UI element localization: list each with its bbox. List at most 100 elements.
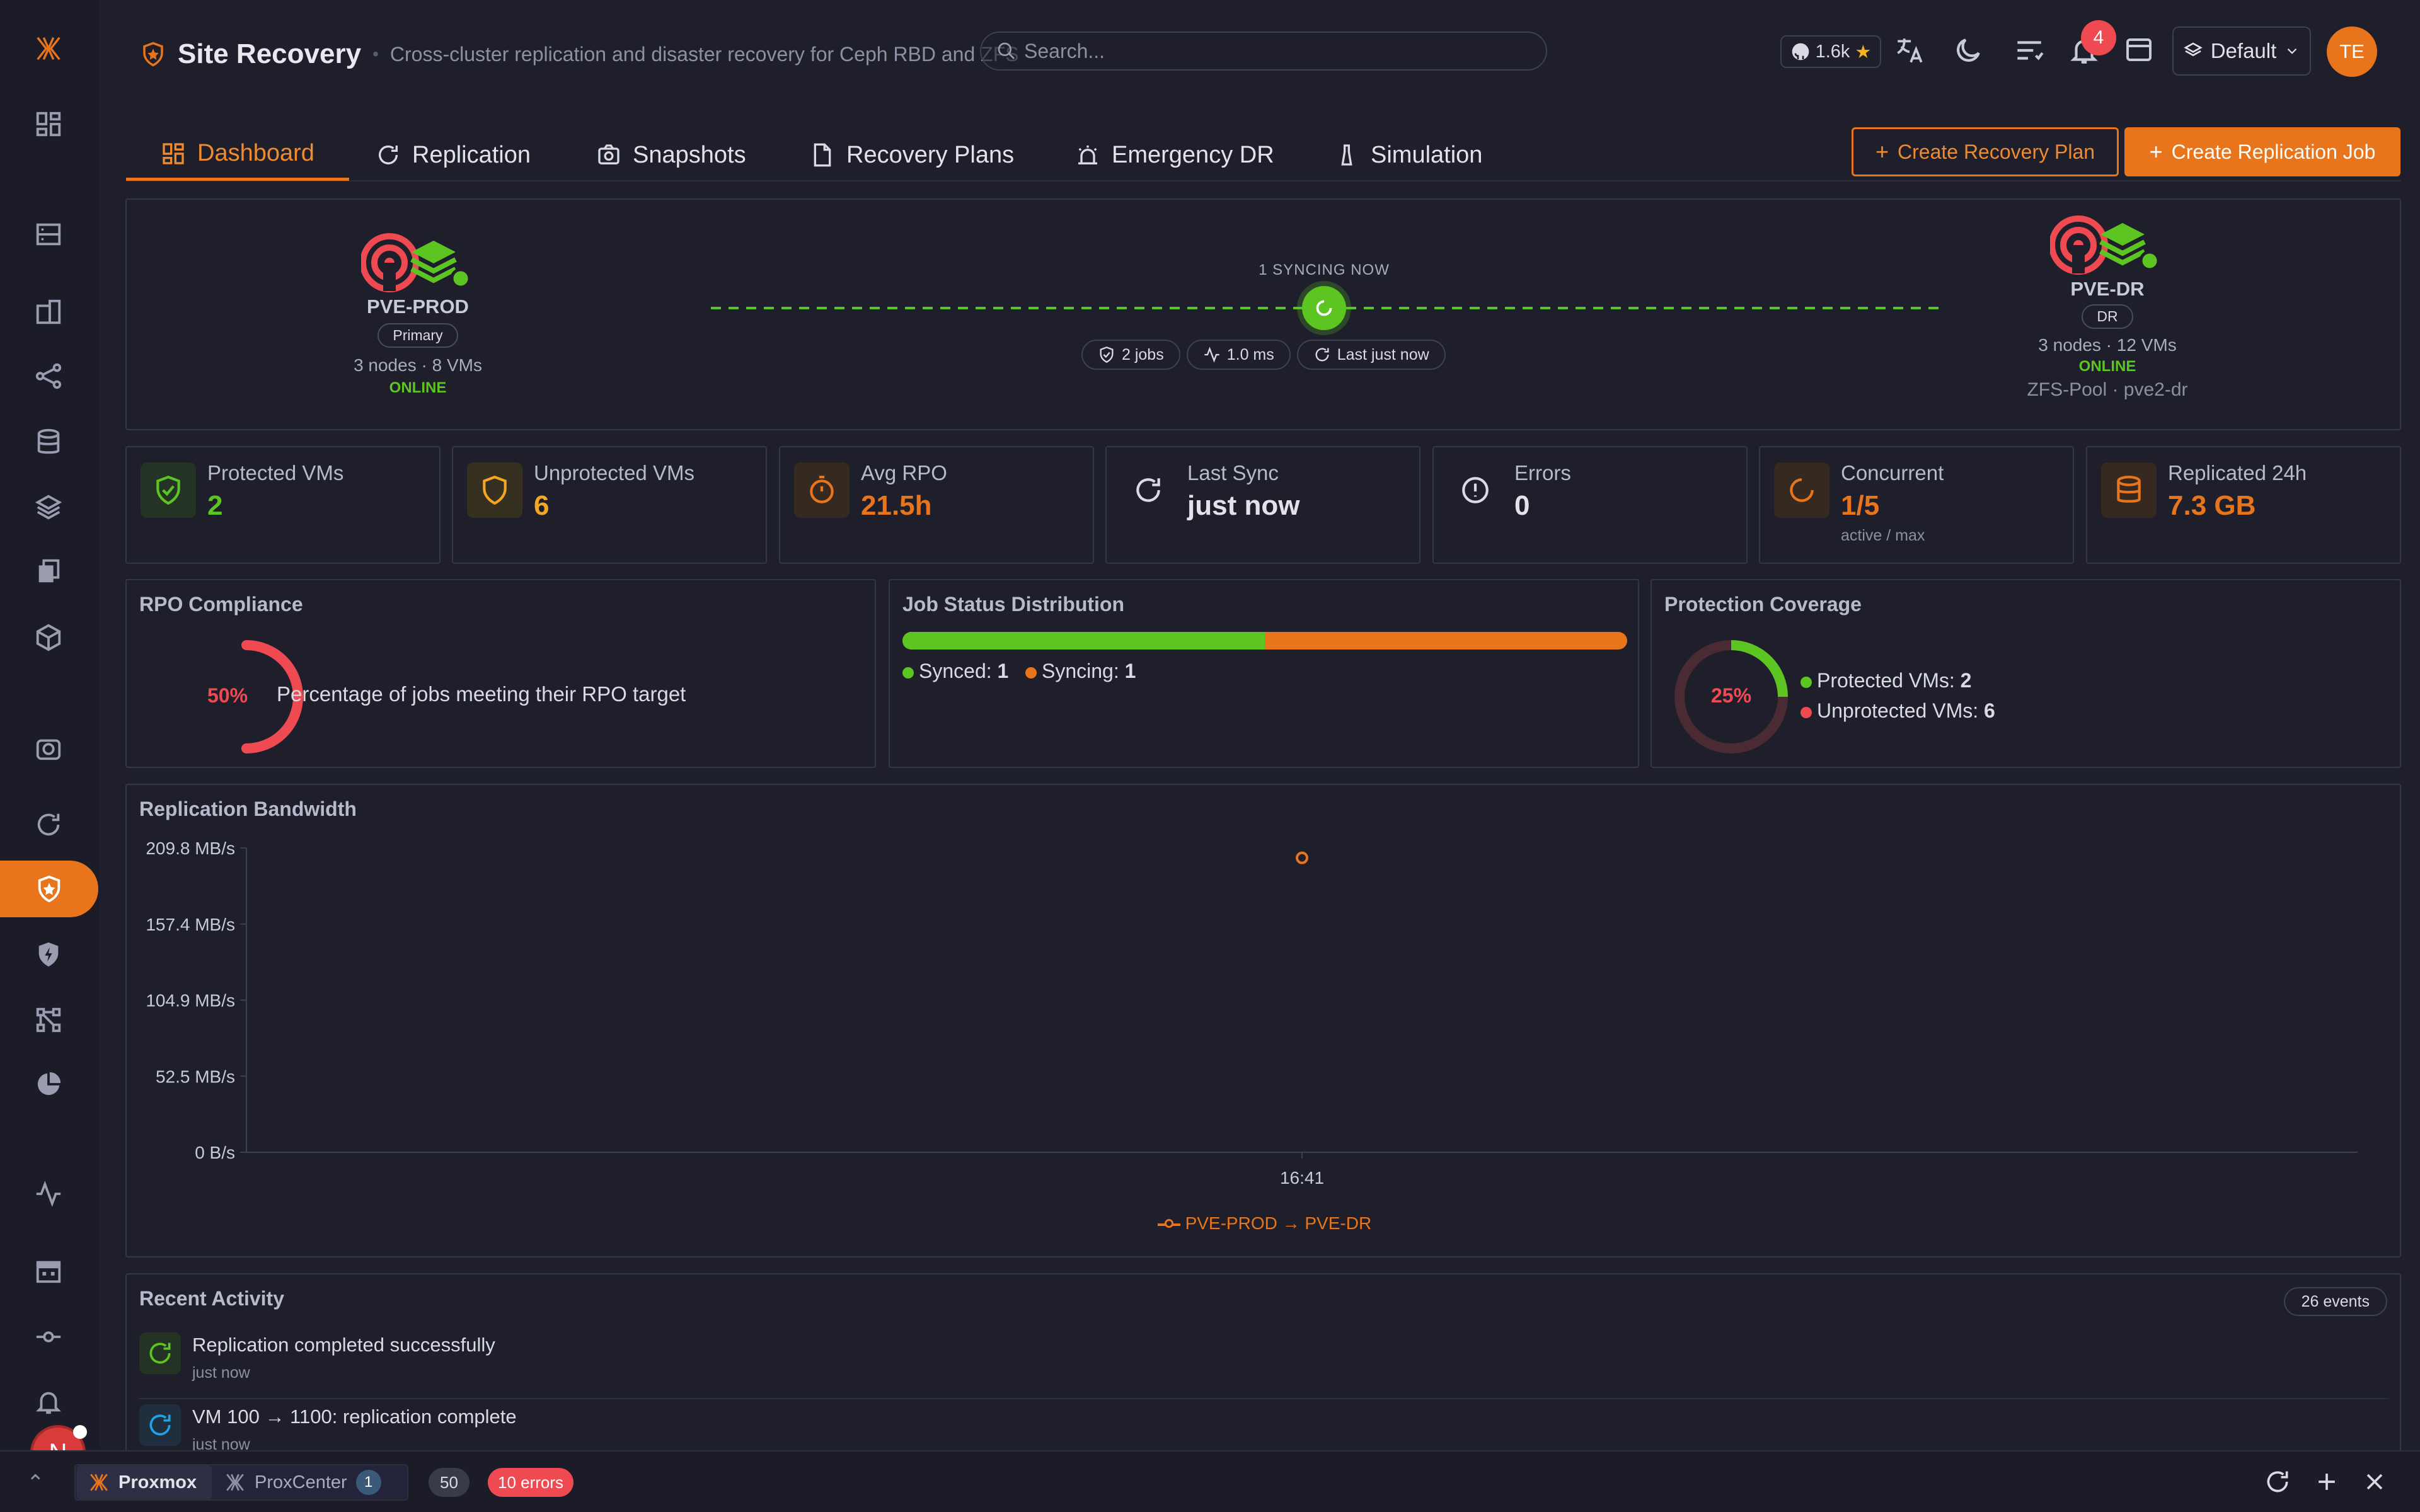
- y-tick-label: 104.9 MB/s: [146, 991, 235, 1011]
- layers-icon[interactable]: [32, 490, 66, 524]
- jobs-pill: 2 jobs: [1081, 340, 1180, 370]
- sync-icon: [1315, 348, 1329, 362]
- sidebar-item-site-recovery[interactable]: [0, 861, 98, 917]
- shield-icon: [467, 462, 522, 518]
- stat-card-unprotected-vms: Unprotected VMs 6: [452, 446, 767, 564]
- dashboard-icon[interactable]: [32, 107, 66, 141]
- workspace-select[interactable]: Default: [2172, 26, 2311, 76]
- job-status-card: Job Status Distribution Synced: 1 Syncin…: [889, 579, 1639, 768]
- refresh-icon: [379, 145, 398, 164]
- database-icon: [2101, 462, 2157, 518]
- coverage-percent: 25%: [1710, 684, 1752, 707]
- protection-coverage-card: Protection Coverage 25% Protected VMs: 2…: [1651, 579, 2401, 768]
- stat-card-last-sync: Last Sync just now: [1105, 446, 1420, 564]
- proxmox-logo-icon: [90, 1474, 108, 1491]
- taskbar-tab-proxmox[interactable]: Proxmox: [77, 1465, 212, 1499]
- stat-card-avg-rpo: Avg RPO 21.5h: [779, 446, 1094, 564]
- notification-badge: 4: [2081, 20, 2116, 55]
- tab-recovery-plans[interactable]: Recovery Plans: [810, 129, 1014, 181]
- bandwidth-chart: 209.8 MB/s 157.4 MB/s 104.9 MB/s 52.5 MB/s 0…: [146, 839, 2358, 1188]
- source-status: ONLINE: [389, 379, 447, 396]
- refresh-icon[interactable]: [2264, 1468, 2293, 1497]
- user-avatar-header[interactable]: TE: [2327, 26, 2377, 77]
- shield-check-icon: [141, 462, 196, 518]
- sync-success-icon: [139, 1332, 181, 1374]
- camera-icon: [598, 144, 619, 164]
- pulse-icon: [1204, 346, 1219, 363]
- window-icon[interactable]: [2124, 35, 2158, 69]
- shield-star-icon: [143, 42, 163, 67]
- github-icon: [1792, 43, 1809, 60]
- chevron-down-icon: [2288, 48, 2297, 54]
- rpo-compliance-card: RPO Compliance 50% Percentage of jobs me…: [125, 579, 876, 768]
- errors-badge[interactable]: 10 errors: [488, 1468, 574, 1497]
- y-tick-label: 0 B/s: [195, 1143, 235, 1162]
- activity-icon[interactable]: [32, 1177, 66, 1211]
- job-status-synced-segment: [902, 632, 1265, 650]
- theme-toggle-icon[interactable]: [1952, 35, 1986, 69]
- stat-card-errors: Errors 0: [1432, 446, 1748, 564]
- pie-chart-icon[interactable]: [32, 1067, 66, 1101]
- syncing-indicator-icon: [1302, 286, 1346, 330]
- tab-replication[interactable]: Replication: [376, 129, 531, 181]
- topology-card: PVE-PROD Primary 3 nodes · 8 VMs ONLINE …: [125, 198, 2401, 430]
- flask-icon: [1341, 144, 1352, 166]
- app-logo-icon[interactable]: [32, 32, 66, 66]
- search-input[interactable]: Search...: [980, 32, 1547, 71]
- sidebar: N: [0, 0, 100, 1512]
- cube-icon[interactable]: [32, 621, 66, 655]
- copy-icon[interactable]: [32, 554, 66, 588]
- bell-icon[interactable]: [32, 1385, 66, 1419]
- add-icon[interactable]: [2313, 1468, 2342, 1497]
- camera-backup-icon[interactable]: [32, 731, 66, 765]
- page-subtitle: Cross-cluster replication and disaster r…: [389, 42, 1019, 66]
- dashboard-icon: [163, 142, 184, 164]
- activity-item[interactable]: Replication completed successfully just …: [139, 1332, 2389, 1402]
- target-status: ONLINE: [2078, 358, 2136, 375]
- legend-series-name: PVE-PROD → PVE-DR: [1185, 1213, 1372, 1233]
- flow-icon[interactable]: [32, 1003, 66, 1037]
- source-cluster-name: PVE-PROD: [367, 295, 469, 318]
- plus-icon: +: [1875, 139, 1889, 164]
- latency-pill: 1.0 ms: [1186, 340, 1291, 370]
- calendar-icon[interactable]: [32, 1254, 66, 1288]
- plus-icon: +: [2149, 139, 2163, 164]
- page-header: Site Recovery • Cross-cluster replicatio…: [140, 37, 1019, 72]
- github-stars-button[interactable]: 1.6k ★: [1780, 35, 1881, 68]
- ceph-cluster-icon: [361, 231, 481, 294]
- close-icon[interactable]: [2361, 1468, 2390, 1497]
- rpo-percent: 50%: [207, 684, 248, 707]
- chevron-up-icon[interactable]: ⌃: [26, 1470, 45, 1496]
- tab-simulation[interactable]: Simulation: [1334, 129, 1482, 181]
- star-icon: ★: [1855, 42, 1872, 62]
- tab-dashboard[interactable]: Dashboard: [126, 129, 349, 181]
- storage-icon[interactable]: [32, 425, 66, 459]
- tab-emergency-dr[interactable]: Emergency DR: [1075, 129, 1274, 181]
- tab-snapshots[interactable]: Snapshots: [596, 129, 746, 181]
- activity-item[interactable]: VM 100 → 1100: replication complete just…: [139, 1404, 2389, 1455]
- server-icon[interactable]: [32, 217, 66, 251]
- stat-card-protected-vms: Protected VMs 2: [125, 446, 441, 564]
- building-icon[interactable]: [32, 295, 66, 329]
- shield-bolt-icon[interactable]: [32, 937, 66, 971]
- chart-legend: PVE-PROD → PVE-DR: [127, 1213, 2402, 1234]
- legend-line-icon: [1157, 1218, 1180, 1228]
- create-replication-job-button[interactable]: + Create Replication Job: [2124, 127, 2400, 176]
- translate-icon[interactable]: [1894, 35, 1928, 69]
- recent-activity-card: Recent Activity 26 events Replication co…: [125, 1273, 2401, 1456]
- dr-cluster-icon: [2050, 214, 2170, 277]
- taskbar: ⌃ Proxmox ProxCenter 1 50 10 errors: [0, 1450, 2420, 1512]
- network-icon[interactable]: [32, 359, 66, 393]
- y-tick-label: 157.4 MB/s: [146, 915, 235, 934]
- task-count-badge[interactable]: 50: [429, 1468, 470, 1497]
- taskbar-tab-proxcenter[interactable]: ProxCenter 1: [224, 1465, 406, 1499]
- task-list-icon[interactable]: [2014, 35, 2048, 69]
- timer-icon: [794, 462, 850, 518]
- commit-icon[interactable]: [32, 1320, 66, 1354]
- document-icon: [814, 143, 831, 167]
- source-cluster-meta: 3 nodes · 8 VMs: [354, 355, 482, 375]
- proxcenter-badge: 1: [355, 1470, 381, 1495]
- sync-icon[interactable]: [32, 808, 66, 842]
- create-recovery-plan-button[interactable]: + Create Recovery Plan: [1852, 127, 2119, 176]
- job-status-legend: Synced: 1 Syncing: 1: [902, 660, 1136, 683]
